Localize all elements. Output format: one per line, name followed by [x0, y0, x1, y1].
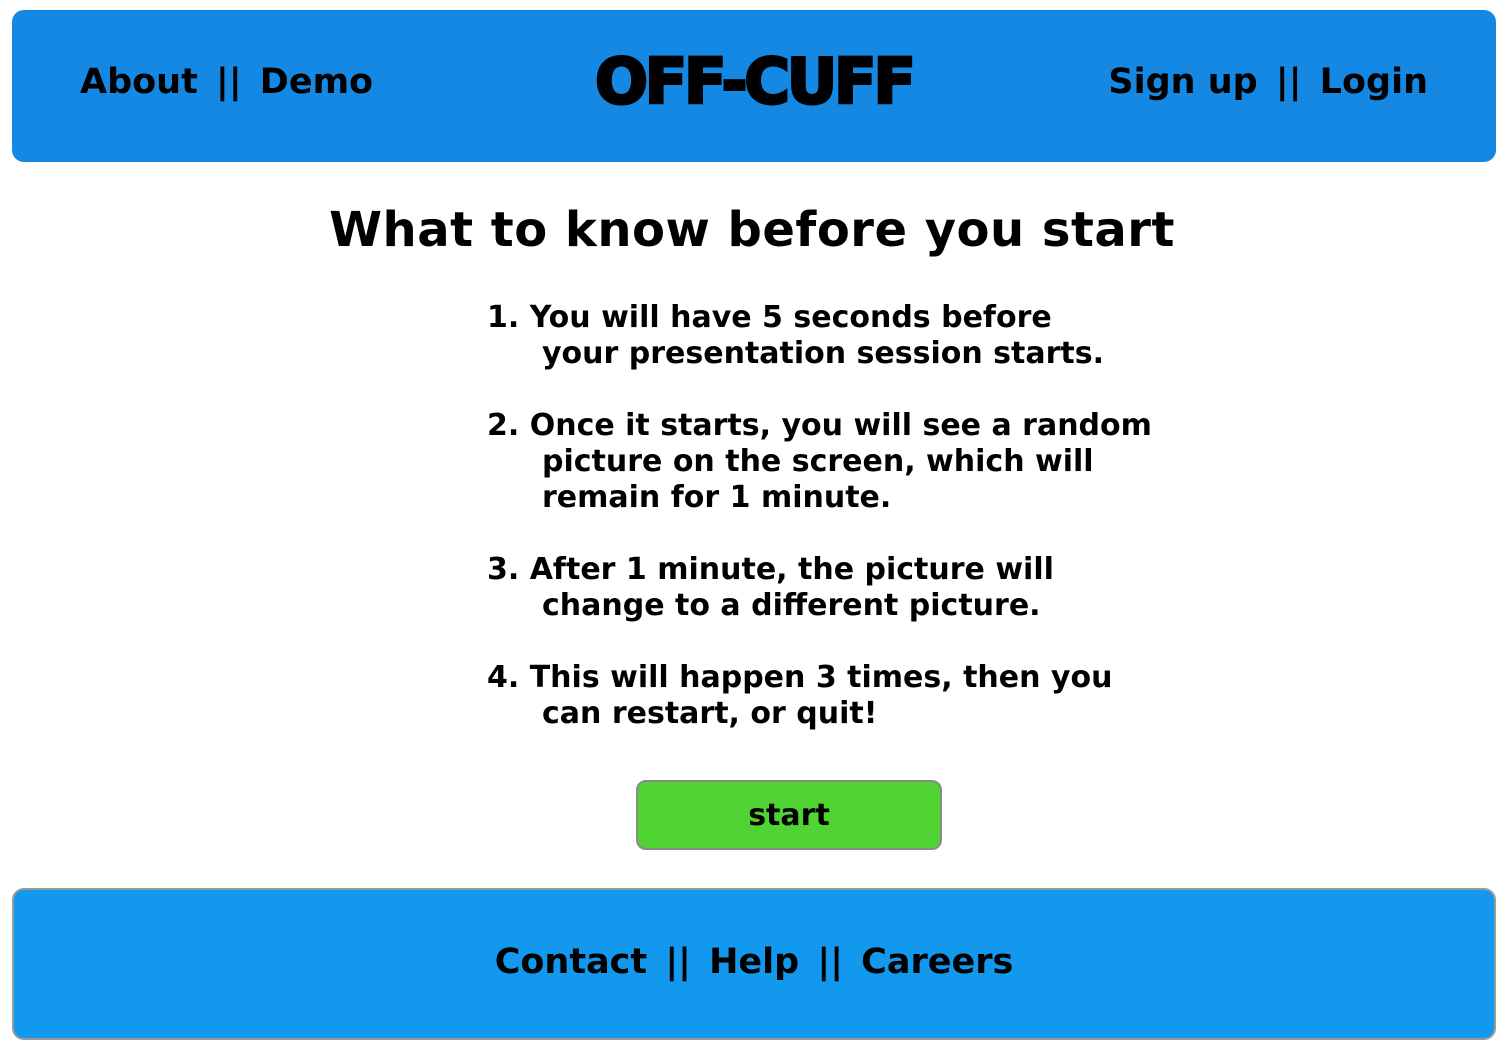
start-button[interactable]: start: [636, 780, 942, 850]
page-title: What to know before you start: [329, 202, 1175, 258]
instruction-step-4: 4. This will happen 3 times, then you ca…: [487, 660, 1113, 731]
instruction-step-2: 2. Once it starts, you will see a random…: [487, 408, 1152, 515]
contact-link[interactable]: Contact: [495, 942, 647, 982]
instruction-step-1: 1. You will have 5 seconds before your p…: [487, 300, 1105, 371]
sign-up-link[interactable]: Sign up: [1108, 62, 1257, 102]
careers-link[interactable]: Careers: [861, 942, 1013, 982]
help-link[interactable]: Help: [709, 942, 799, 982]
nav-separator: ||: [1275, 62, 1302, 102]
header-bar: About || Demo OFF-CUFF Sign up || Login: [12, 10, 1496, 162]
footer-bar: Contact || Help || Careers: [12, 888, 1496, 1040]
footer-separator: ||: [665, 942, 691, 982]
login-link[interactable]: Login: [1320, 62, 1428, 102]
instruction-list: 1. You will have 5 seconds before your p…: [487, 300, 1187, 768]
nav-right: Sign up || Login: [1108, 60, 1428, 104]
footer-separator: ||: [817, 942, 843, 982]
footer-links: Contact || Help || Careers: [14, 940, 1494, 984]
instruction-step-3: 3. After 1 minute, the picture will chan…: [487, 552, 1054, 623]
